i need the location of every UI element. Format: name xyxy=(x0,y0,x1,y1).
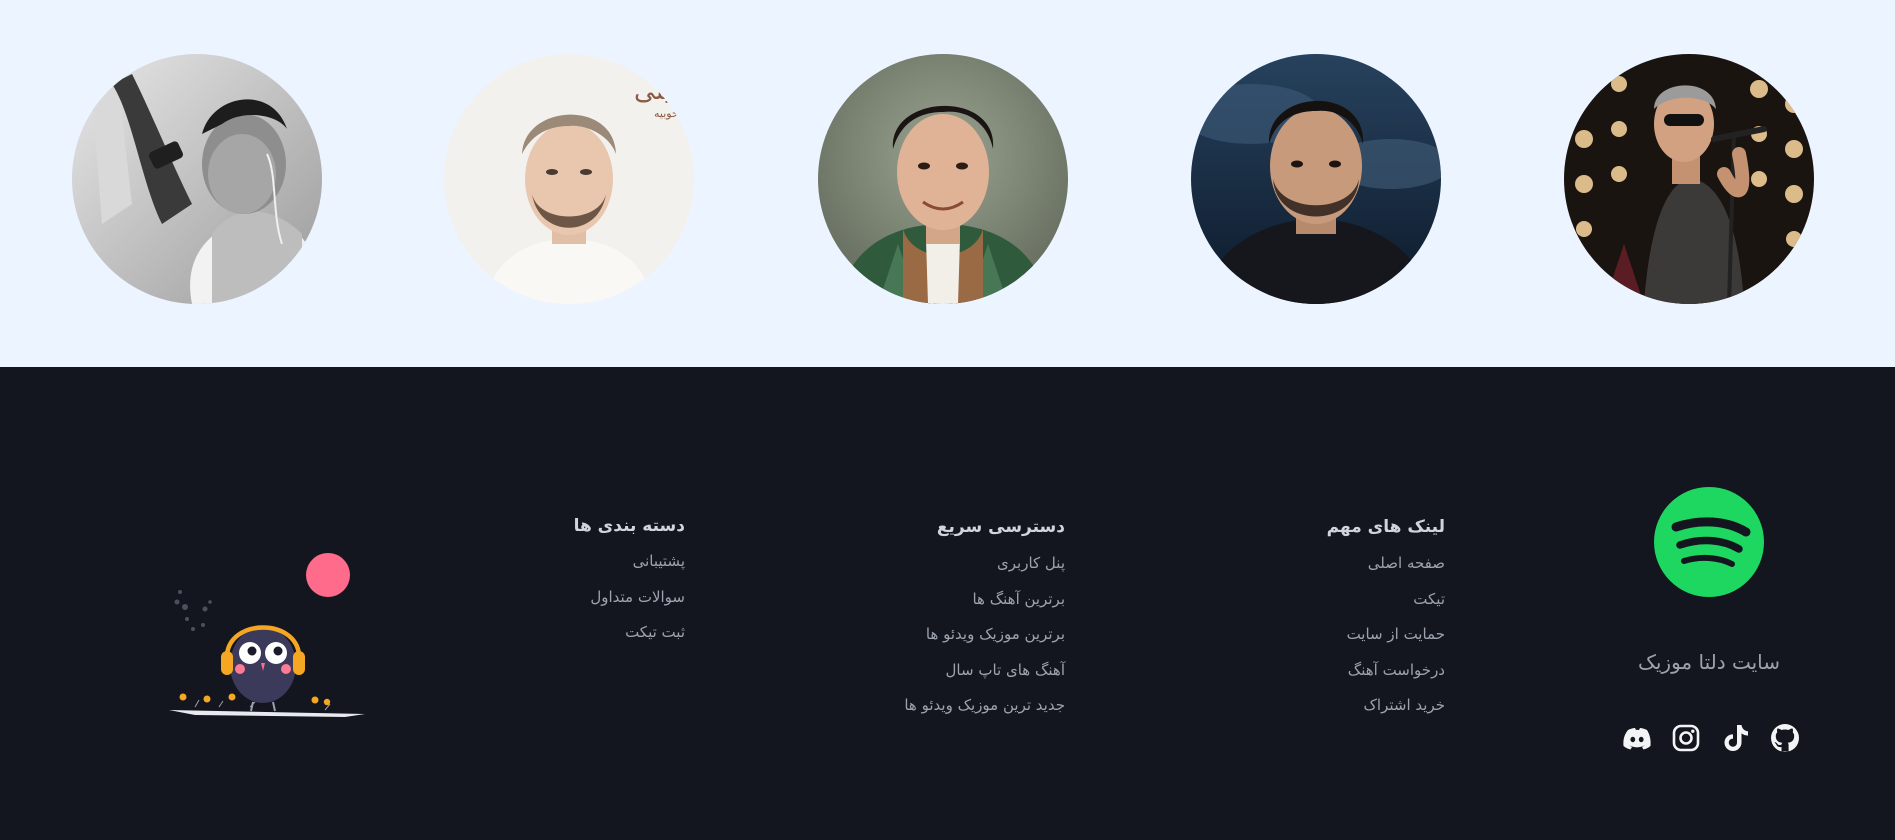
artist-photo-2[interactable]: سامان جلیلی چه حال خوبیه xyxy=(444,54,694,304)
discord-icon xyxy=(1623,728,1651,750)
quick-access-column: دسترسی سریع پنل کاربری برترین آهنگ ها بر… xyxy=(825,512,1065,724)
artist-4-portrait xyxy=(1191,54,1441,304)
album-artist-text: سامان جلیلی xyxy=(634,76,694,106)
link-top-songs-of-year[interactable]: آهنگ های تاپ سال xyxy=(946,661,1065,679)
list-item: برترین موزیک ویدئو ها xyxy=(825,617,1065,653)
artist-1-portrait xyxy=(72,54,322,304)
link-faq[interactable]: سوالات متداول xyxy=(590,588,685,606)
categories-list: پشتیبانی سوالات متداول ثبت تیکت xyxy=(445,544,685,651)
spotify-logo-icon[interactable] xyxy=(1654,487,1764,597)
list-item: صفحه اصلی xyxy=(1205,546,1445,582)
list-item: آهنگ های تاپ سال xyxy=(825,653,1065,689)
important-links-title: لینک های مهم xyxy=(1326,517,1445,537)
discord-link[interactable] xyxy=(1620,721,1654,755)
artist-5-portrait xyxy=(1564,54,1814,304)
link-newest-music-videos[interactable]: جدید ترین موزیک ویدئو ها xyxy=(904,696,1065,714)
list-item: خرید اشتراک xyxy=(1205,688,1446,724)
github-icon xyxy=(1770,724,1799,752)
quick-access-list: پنل کاربری برترین آهنگ ها برترین موزیک و… xyxy=(825,546,1065,724)
link-submit-ticket[interactable]: ثبت تیکت xyxy=(625,623,685,641)
quick-access-title: دسترسی سریع xyxy=(936,517,1065,537)
list-item: تیکت xyxy=(1205,582,1445,618)
link-top-songs[interactable]: برترین آهنگ ها xyxy=(972,590,1065,608)
instagram-icon xyxy=(1673,724,1700,752)
list-item: پنل کاربری xyxy=(825,546,1065,582)
list-item: جدید ترین موزیک ویدئو ها xyxy=(825,688,1065,724)
list-item: سوالات متداول xyxy=(445,580,685,616)
important-links-column: لینک های مهم صفحه اصلی تیکت حمایت از سای… xyxy=(1205,512,1445,724)
album-title-text: چه حال خوبیه xyxy=(654,107,694,120)
link-user-panel[interactable]: پنل کاربری xyxy=(997,554,1065,572)
tiktok-icon xyxy=(1724,725,1748,751)
artists-section: سامان جلیلی چه حال خوبیه xyxy=(0,0,1895,367)
link-buy-subscription[interactable]: خرید اشتراک xyxy=(1364,696,1446,714)
important-links-list: صفحه اصلی تیکت حمایت از سایت درخواست آهن… xyxy=(1205,546,1445,724)
instagram-link[interactable] xyxy=(1669,721,1703,755)
link-top-music-videos[interactable]: برترین موزیک ویدئو ها xyxy=(926,625,1065,643)
link-request-song[interactable]: درخواست آهنگ xyxy=(1348,661,1445,679)
list-item: ثبت تیکت xyxy=(445,615,685,651)
artist-photo-4[interactable] xyxy=(1191,54,1441,304)
list-item: درخواست آهنگ xyxy=(1205,653,1445,689)
github-link[interactable] xyxy=(1768,721,1802,755)
link-support[interactable]: پشتیبانی xyxy=(633,552,685,570)
tiktok-link[interactable] xyxy=(1719,721,1753,755)
social-links xyxy=(1620,720,1802,756)
artist-3-portrait xyxy=(818,54,1068,304)
brand-block: سایت دلتا موزیک xyxy=(1600,487,1818,674)
link-ticket[interactable]: تیکت xyxy=(1413,590,1445,608)
list-item: حمایت از سایت xyxy=(1205,617,1445,653)
categories-title: دسته بندی ها xyxy=(573,516,685,536)
list-item: برترین آهنگ ها xyxy=(825,582,1065,618)
link-support-site[interactable]: حمایت از سایت xyxy=(1347,625,1445,643)
artist-photo-5[interactable] xyxy=(1564,54,1814,304)
link-home[interactable]: صفحه اصلی xyxy=(1368,554,1445,572)
brand-name: سایت دلتا موزیک xyxy=(1637,650,1781,674)
artist-2-portrait: سامان جلیلی چه حال خوبیه xyxy=(444,54,694,304)
categories-column: دسته بندی ها پشتیبانی سوالات متداول ثبت … xyxy=(445,512,685,651)
artist-photo-1[interactable] xyxy=(72,54,322,304)
site-footer: سایت دلتا موزیک لینک های مهم صفحه اصلی ت… xyxy=(0,367,1895,840)
bird-with-headphones-illustration xyxy=(169,553,365,717)
list-item: پشتیبانی xyxy=(445,544,685,580)
artist-photo-3[interactable] xyxy=(818,54,1068,304)
